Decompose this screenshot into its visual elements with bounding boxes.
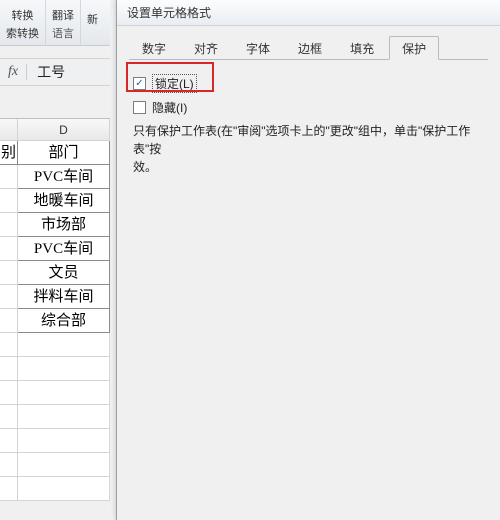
ribbon-item[interactable]: 索转换 (6, 25, 39, 41)
lock-checkbox[interactable]: ✓ (133, 77, 146, 90)
cell[interactable]: PVC车间 (18, 237, 110, 261)
table-row[interactable]: PVC车间 (0, 165, 110, 189)
row-gutter[interactable] (0, 453, 18, 477)
table-row[interactable] (0, 405, 110, 429)
spreadsheet[interactable]: D 别 部门 PVC车间 地暖车间 市场部 PVC车间 文员 拌料车间 综合部 (0, 118, 110, 501)
tab-font[interactable]: 字体 (233, 36, 283, 59)
cell-empty[interactable] (18, 429, 110, 453)
cell-header[interactable]: 部门 (18, 141, 110, 165)
row-gutter[interactable] (0, 237, 18, 261)
tab-fill[interactable]: 填充 (337, 36, 387, 59)
table-row[interactable] (0, 381, 110, 405)
table-row[interactable] (0, 429, 110, 453)
tab-strip[interactable]: 数字 对齐 字体 边框 填充 保护 (129, 36, 488, 60)
table-row[interactable] (0, 453, 110, 477)
format-cells-dialog: 设置单元格格式 数字 对齐 字体 边框 填充 保护 ✓ 锁定(L) 隐藏(I) … (116, 0, 500, 520)
ribbon-group-label: 语言 (52, 25, 74, 41)
col-header-partial[interactable] (0, 119, 18, 141)
column-headers[interactable]: D (0, 119, 110, 141)
row-gutter[interactable] (0, 333, 18, 357)
dialog-title: 设置单元格格式 (117, 0, 500, 26)
cell-empty[interactable] (18, 357, 110, 381)
ribbon-group-partial: 新 (81, 0, 104, 45)
ribbon-item: 新 (87, 11, 98, 27)
table-row[interactable] (0, 333, 110, 357)
cell-empty[interactable] (18, 381, 110, 405)
table-row[interactable]: 地暖车间 (0, 189, 110, 213)
tab-alignment[interactable]: 对齐 (181, 36, 231, 59)
protection-hint: 只有保护工作表(在"审阅"选项卡上的"更改"组中，单击"保护工作表"按 效。 (133, 122, 484, 176)
cell[interactable]: 拌料车间 (18, 285, 110, 309)
cell-empty[interactable] (18, 453, 110, 477)
tab-body-protection: ✓ 锁定(L) 隐藏(I) 只有保护工作表(在"审阅"选项卡上的"更改"组中，单… (117, 60, 500, 184)
table-row[interactable]: 市场部 (0, 213, 110, 237)
ribbon-fragment: 转换 索转换 翻译 语言 新 (0, 0, 110, 46)
hide-checkbox[interactable] (133, 101, 146, 114)
ribbon-group-language[interactable]: 翻译 语言 (46, 0, 81, 45)
table-row[interactable]: 拌料车间 (0, 285, 110, 309)
cell[interactable]: 地暖车间 (18, 189, 110, 213)
tab-protection[interactable]: 保护 (389, 36, 439, 60)
row-gutter[interactable] (0, 309, 18, 333)
ribbon-item[interactable]: 转换 (12, 7, 34, 23)
row-gutter[interactable] (0, 165, 18, 189)
cell-empty[interactable] (18, 333, 110, 357)
ribbon-group-convert[interactable]: 转换 索转换 (0, 0, 46, 45)
formula-value[interactable]: 工号 (27, 62, 65, 82)
col-header-d[interactable]: D (18, 119, 110, 141)
row-gutter[interactable] (0, 429, 18, 453)
hide-checkbox-row[interactable]: 隐藏(I) (133, 99, 484, 116)
ribbon-item[interactable]: 翻译 (52, 7, 74, 23)
hide-label: 隐藏(I) (152, 99, 187, 116)
table-row[interactable]: PVC车间 (0, 237, 110, 261)
tab-border[interactable]: 边框 (285, 36, 335, 59)
cell[interactable]: PVC车间 (18, 165, 110, 189)
lock-checkbox-row[interactable]: ✓ 锁定(L) (133, 74, 484, 93)
row-gutter[interactable] (0, 189, 18, 213)
row-gutter[interactable] (0, 405, 18, 429)
row-gutter[interactable] (0, 285, 18, 309)
row-gutter[interactable] (0, 381, 18, 405)
row-gutter[interactable] (0, 357, 18, 381)
cell[interactable]: 市场部 (18, 213, 110, 237)
table-row[interactable] (0, 477, 110, 501)
tab-number[interactable]: 数字 (129, 36, 179, 59)
cell[interactable]: 综合部 (18, 309, 110, 333)
formula-bar[interactable]: fx 工号 (0, 58, 110, 86)
lock-label: 锁定(L) (152, 74, 197, 93)
cell-left-partial[interactable]: 别 (0, 141, 18, 165)
cell-empty[interactable] (18, 405, 110, 429)
table-row[interactable]: 文员 (0, 261, 110, 285)
cell-empty[interactable] (18, 477, 110, 501)
row-gutter[interactable] (0, 477, 18, 501)
cell[interactable]: 文员 (18, 261, 110, 285)
table-row[interactable]: 综合部 (0, 309, 110, 333)
table-row[interactable] (0, 357, 110, 381)
row-gutter[interactable] (0, 213, 18, 237)
table-row[interactable]: 别 部门 (0, 141, 110, 165)
fx-icon[interactable]: fx (0, 64, 27, 80)
row-gutter[interactable] (0, 261, 18, 285)
